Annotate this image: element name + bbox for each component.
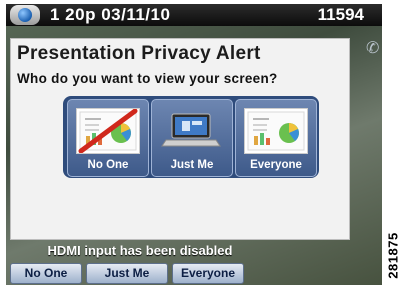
date-time: 1 20p 03/11/10: [50, 5, 171, 24]
globe-icon[interactable]: [10, 5, 40, 25]
chart-screen-icon: [244, 108, 308, 154]
softkey-no-one[interactable]: No One: [10, 263, 82, 284]
softkey-everyone[interactable]: Everyone: [172, 263, 244, 284]
option-just-me[interactable]: Just Me: [151, 99, 233, 177]
laptop-icon: [160, 108, 222, 152]
extension-number: 11594: [317, 5, 364, 24]
privacy-options: No One Just Me Everyone: [63, 96, 319, 178]
phone-icon: ✆: [366, 40, 380, 57]
softkey-just-me[interactable]: Just Me: [86, 263, 168, 284]
dialog-title: Presentation Privacy Alert: [17, 43, 261, 64]
option-label: Everyone: [250, 159, 302, 171]
option-label: No One: [87, 159, 129, 171]
privacy-alert-dialog: Presentation Privacy Alert Who do you wa…: [10, 38, 350, 240]
option-everyone[interactable]: Everyone: [235, 99, 317, 177]
figure-number: 281875: [382, 232, 408, 282]
chart-screen-crossed-icon: [76, 108, 140, 154]
option-no-one[interactable]: No One: [67, 99, 149, 177]
phone-screen: 1 20p 03/11/10 11594 ✆ Presentation Priv…: [6, 4, 382, 285]
hdmi-notice: HDMI input has been disabled: [47, 243, 233, 258]
status-bar: 1 20p 03/11/10 11594: [6, 4, 382, 26]
option-label: Just Me: [170, 159, 214, 171]
figure-id: 281875: [385, 232, 401, 279]
dialog-question: Who do you want to view your screen?: [17, 71, 278, 86]
